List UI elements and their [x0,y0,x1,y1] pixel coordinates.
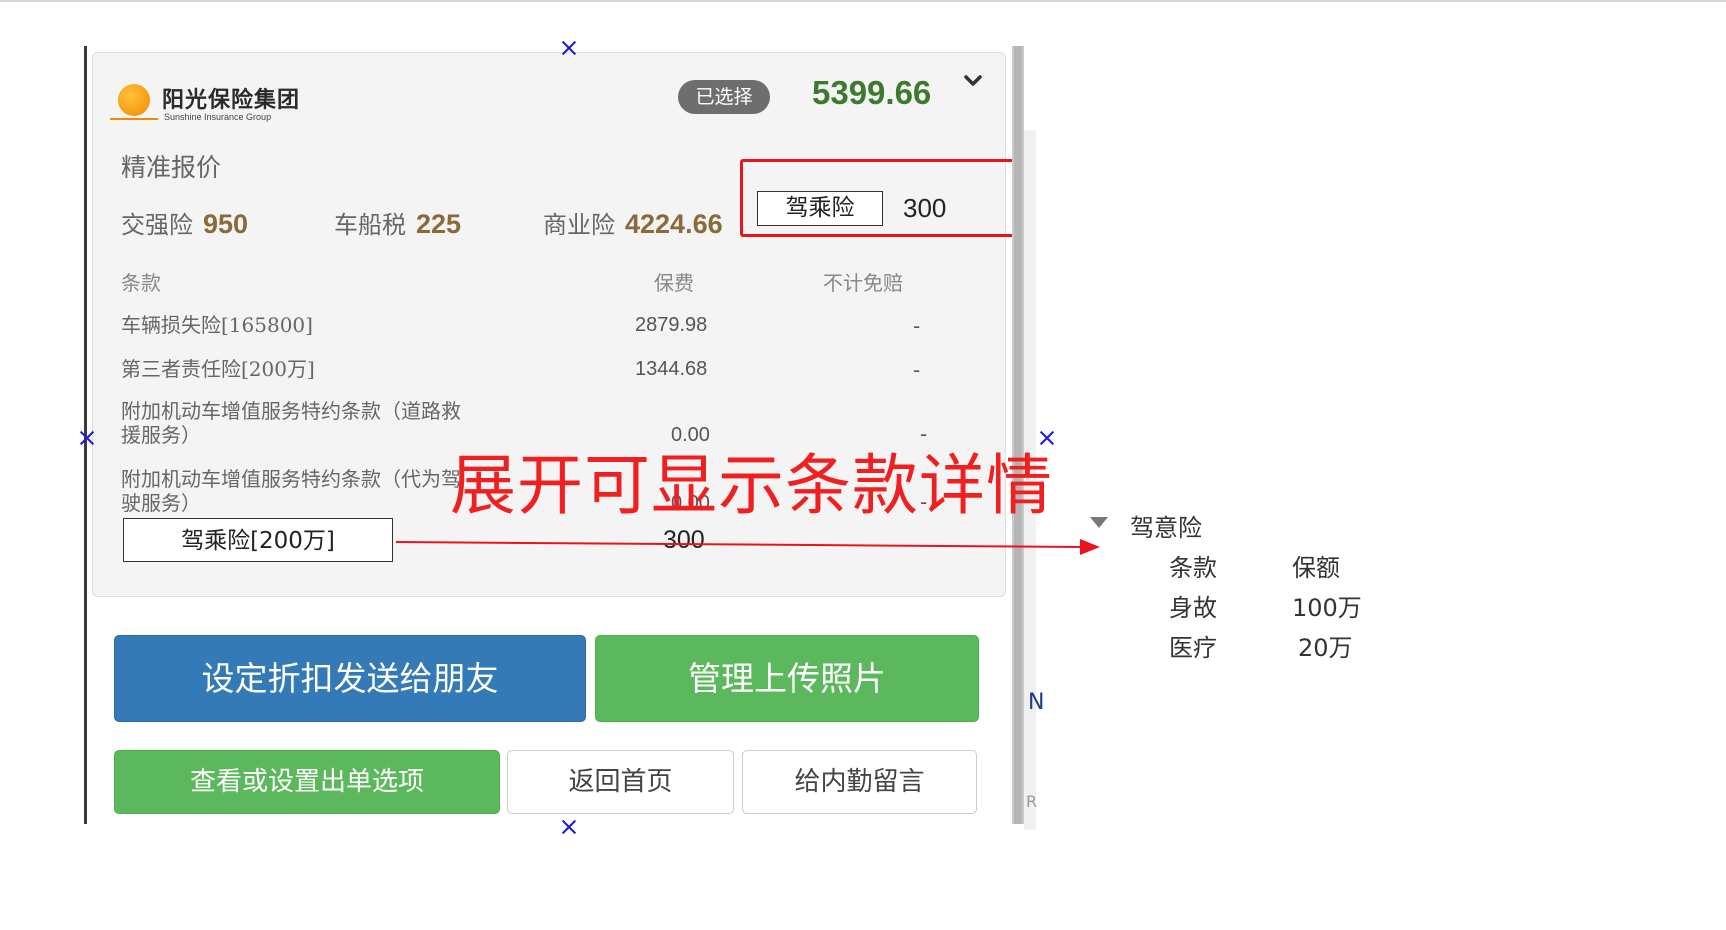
resize-handle-top-icon[interactable] [560,39,578,57]
order-options-button[interactable]: 查看或设置出单选项 [114,750,500,814]
fee-compulsory: 交强险 950 [121,205,248,240]
background-page-fragment-2: R [1026,792,1038,811]
table-row-name-line1: 附加机动车增值服务特约条款（代为驾 [121,467,461,491]
resize-handle-right-icon[interactable] [1038,429,1056,447]
fee-commercial: 商业险 4224.66 [543,205,723,240]
annotation-text: 展开可显示条款详情 [450,447,1053,524]
rider-row-button[interactable]: 驾乘险[200万] [123,518,393,562]
tree-col-clause: 条款 [1169,554,1217,582]
fee-value: 225 [416,209,462,239]
header-clause: 条款 [121,271,161,295]
fee-label: 商业险 [543,211,615,239]
resize-handle-bottom-icon[interactable] [560,818,578,836]
tree-item-clause: 身故 [1169,594,1217,622]
header-premium: 保费 [654,271,694,295]
table-row-name: 车辆损失险[165800] [121,313,313,337]
fee-label: 交强险 [121,211,193,239]
table-row-premium: 1344.68 [635,358,708,380]
fee-vehicle-tax: 车船税 225 [334,205,461,240]
tree-item-amount: 100万 [1292,594,1362,622]
tree-title[interactable]: 驾意险 [1130,508,1202,543]
fee-value: 4224.66 [625,209,723,239]
total-price: 5399.66 [812,74,932,111]
table-row-name: 附加机动车增值服务特约条款（代为驾 驶服务） [121,467,461,515]
table-row-name-line2: 驶服务） [121,491,201,515]
message-staff-button[interactable]: 给内勤留言 [742,750,977,814]
resize-handle-left-icon[interactable] [78,429,96,447]
upload-photos-button[interactable]: 管理上传照片 [595,635,979,722]
back-home-button[interactable]: 返回首页 [507,750,734,814]
background-page-fragment: N [1028,690,1045,715]
annotation-arrow-icon [396,539,1100,555]
selected-badge: 已选择 [678,80,770,114]
table-row-deductible: - [913,358,921,382]
chevron-down-icon[interactable] [964,72,982,90]
table-row-premium: 2879.98 [635,314,708,336]
company-logo: 阳光保险集团 Sunshine Insurance Group [110,82,310,128]
table-row-deductible: - [913,314,921,338]
tree-item-clause: 医疗 [1169,634,1217,662]
logo-underline [110,118,158,120]
company-name-en: Sunshine Insurance Group [164,112,272,122]
header-deductible: 不计免赔 [823,271,903,295]
table-row-name: 第三者责任险[200万] [121,357,315,381]
tree-item-amount: 20万 [1298,634,1353,662]
company-name-cn: 阳光保险集团 [162,88,301,113]
table-row-name-line1: 附加机动车增值服务特约条款（道路救 [121,399,461,423]
section-title: 精准报价 [121,153,222,182]
tree-col-amount: 保额 [1292,554,1340,582]
sun-logo-icon [118,84,150,116]
table-row-name: 附加机动车增值服务特约条款（道路救 援服务） [121,399,461,447]
caret-down-icon[interactable] [1090,517,1108,528]
top-divider [0,0,1726,2]
table-row-name-line2: 援服务） [121,423,201,447]
fee-value: 950 [203,209,249,239]
highlight-rectangle [740,159,1023,237]
fee-label: 车船税 [334,211,406,239]
discount-send-button[interactable]: 设定折扣发送给朋友 [114,635,586,722]
